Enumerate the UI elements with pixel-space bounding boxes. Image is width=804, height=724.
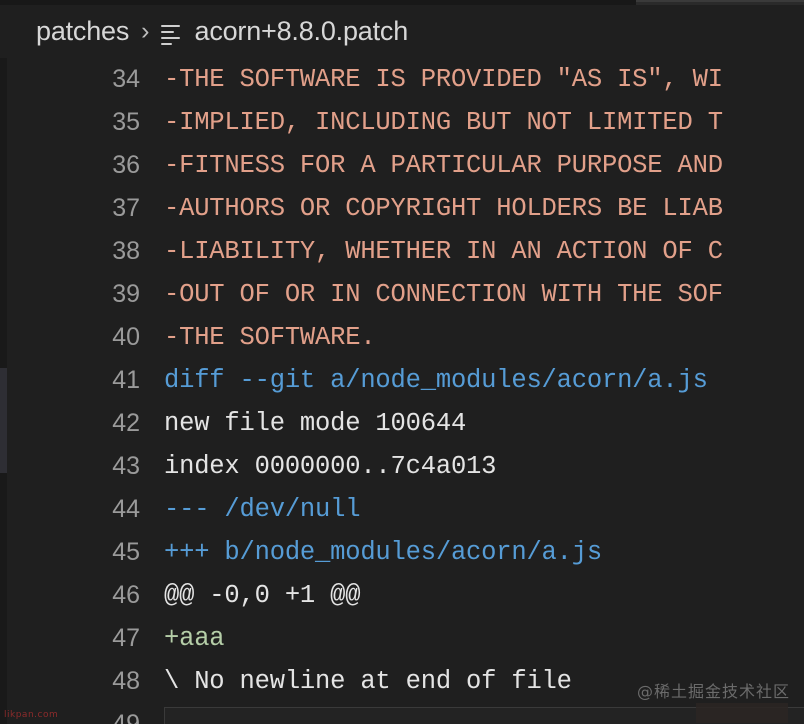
line-number: 41 <box>112 366 140 394</box>
line-text[interactable]: -OUT OF OR IN CONNECTION WITH THE SOF <box>140 280 804 309</box>
code-line[interactable]: 40 -THE SOFTWARE. <box>0 316 804 359</box>
line-text[interactable]: new file mode 100644 <box>140 409 804 438</box>
line-number: 46 <box>112 581 140 609</box>
watermark-badge <box>696 703 788 723</box>
code-line[interactable]: 42 new file mode 100644 <box>0 402 804 445</box>
line-number: 44 <box>112 495 140 523</box>
breadcrumb-folder[interactable]: patches <box>36 16 129 47</box>
line-number: 35 <box>112 108 140 136</box>
line-number: 42 <box>112 409 140 437</box>
line-text[interactable]: -THE SOFTWARE IS PROVIDED "AS IS", WI <box>140 65 804 94</box>
line-text[interactable]: @@ -0,0 +1 @@ <box>140 581 804 610</box>
breadcrumb: patches › acorn+8.8.0.patch <box>0 5 804 58</box>
line-number: 34 <box>112 65 140 93</box>
chevron-right-icon: › <box>141 17 150 45</box>
line-text[interactable]: +aaa <box>140 624 804 653</box>
line-text[interactable]: index 0000000..7c4a013 <box>140 452 804 481</box>
line-text[interactable]: -IMPLIED, INCLUDING BUT NOT LIMITED T <box>140 108 804 137</box>
line-text[interactable]: +++ b/node_modules/acorn/a.js <box>140 538 804 567</box>
code-line[interactable]: 49 <box>0 703 804 724</box>
code-line[interactable]: 36 -FITNESS FOR A PARTICULAR PURPOSE AND <box>0 144 804 187</box>
code-line[interactable]: 44 --- /dev/null <box>0 488 804 531</box>
url-watermark: likpan.com <box>4 710 59 720</box>
code-line[interactable]: 41 diff --git a/node_modules/acorn/a.js <box>0 359 804 402</box>
code-line[interactable]: 38 -LIABILITY, WHETHER IN AN ACTION OF C <box>0 230 804 273</box>
code-lines: 34 -THE SOFTWARE IS PROVIDED "AS IS", WI 3… <box>0 58 804 724</box>
code-line[interactable]: 47 +aaa <box>0 617 804 660</box>
active-tab-accent <box>636 0 804 2</box>
code-line[interactable]: 46 @@ -0,0 +1 @@ <box>0 574 804 617</box>
line-number: 47 <box>112 624 140 652</box>
breadcrumb-file[interactable]: acorn+8.8.0.patch <box>195 16 409 47</box>
line-number: 43 <box>112 452 140 480</box>
community-watermark: @稀土掘金技术社区 <box>636 682 790 701</box>
code-line[interactable]: 43 index 0000000..7c4a013 <box>0 445 804 488</box>
line-number: 39 <box>112 280 140 308</box>
line-text[interactable]: -LIABILITY, WHETHER IN AN ACTION OF C <box>140 237 804 266</box>
vscode-editor-window: patches › acorn+8.8.0.patch 34 -THE SOFTW… <box>0 0 804 724</box>
code-line[interactable]: 45 +++ b/node_modules/acorn/a.js <box>0 531 804 574</box>
code-line[interactable]: 35 -IMPLIED, INCLUDING BUT NOT LIMITED T <box>0 101 804 144</box>
line-text[interactable]: -THE SOFTWARE. <box>140 323 804 352</box>
line-text[interactable]: diff --git a/node_modules/acorn/a.js <box>140 366 804 395</box>
line-text[interactable]: -AUTHORS OR COPYRIGHT HOLDERS BE LIAB <box>140 194 804 223</box>
editor-body: 34 -THE SOFTWARE IS PROVIDED "AS IS", WI 3… <box>0 58 804 724</box>
code-line[interactable]: 39 -OUT OF OR IN CONNECTION WITH THE SOF <box>0 273 804 316</box>
line-number: 36 <box>112 151 140 179</box>
code-line[interactable]: 34 -THE SOFTWARE IS PROVIDED "AS IS", WI <box>0 58 804 101</box>
list-lines-icon <box>160 23 184 45</box>
line-number: 37 <box>112 194 140 222</box>
line-number: 48 <box>112 667 140 695</box>
line-text[interactable]: --- /dev/null <box>140 495 804 524</box>
line-number: 38 <box>112 237 140 265</box>
line-text[interactable]: -FITNESS FOR A PARTICULAR PURPOSE AND <box>140 151 804 180</box>
code-line[interactable]: 37 -AUTHORS OR COPYRIGHT HOLDERS BE LIAB <box>0 187 804 230</box>
line-number: 45 <box>112 538 140 566</box>
line-number: 40 <box>112 323 140 351</box>
